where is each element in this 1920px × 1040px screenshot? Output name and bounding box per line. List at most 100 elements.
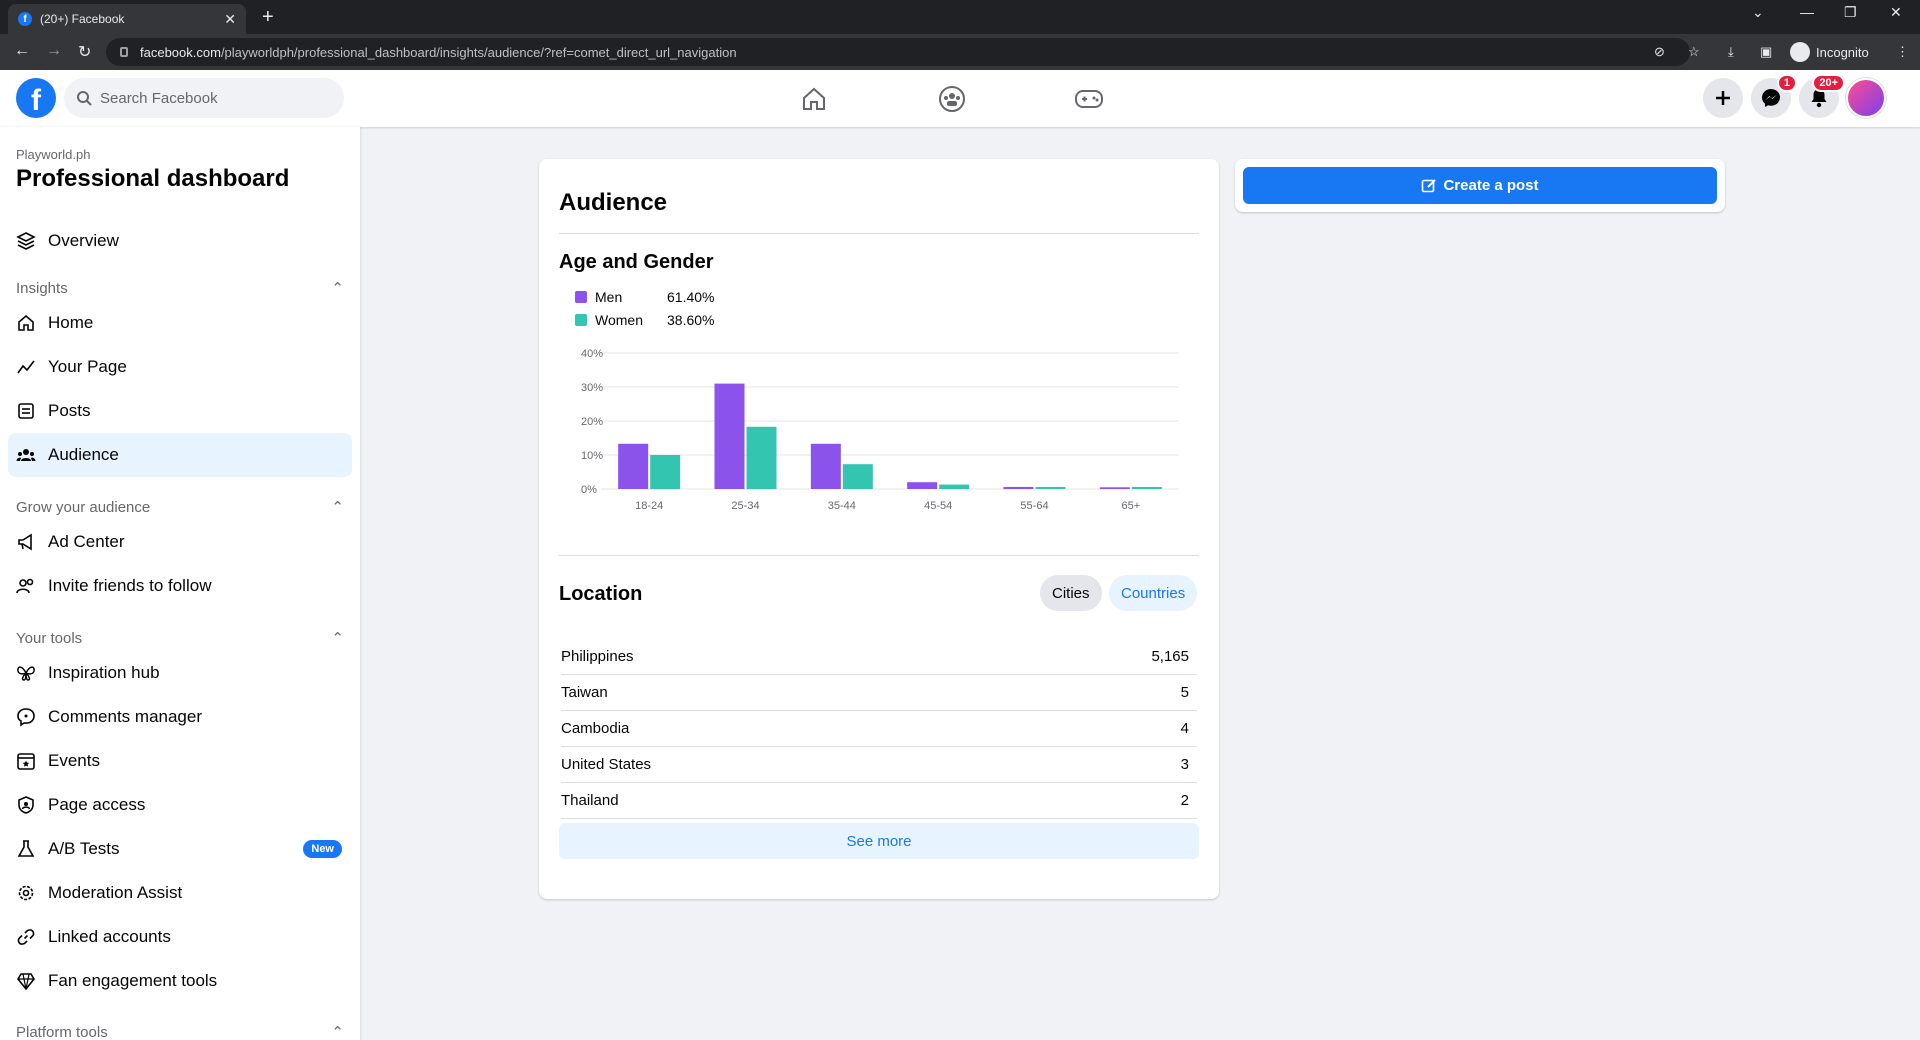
sidebar-item-audience[interactable]: Audience (8, 433, 352, 477)
url-field[interactable]: facebook.com /playworldph/professional_d… (106, 38, 1690, 66)
chevron-up-icon[interactable]: ⌃ (331, 279, 344, 297)
bar-women-35-44[interactable] (842, 464, 873, 489)
location-count: 3 (1180, 756, 1189, 773)
download-icon[interactable]: ⤓ (1728, 44, 1734, 60)
bar-men-55-64[interactable] (1003, 486, 1034, 489)
sidebar-item-moderation-assist[interactable]: Moderation Assist (8, 871, 352, 915)
back-icon[interactable]: ← (14, 42, 30, 60)
bar-women-45-54[interactable] (939, 484, 970, 489)
tab-search-icon[interactable]: ⌄ (1752, 4, 1764, 21)
facebook-logo-icon[interactable]: f (16, 78, 56, 118)
sidebar-item-page-access[interactable]: Page access (8, 783, 352, 827)
comment-icon (16, 707, 36, 727)
sidebar-item-label: Your Page (48, 357, 127, 376)
y-tick-label: 20% (581, 416, 603, 428)
sidebar-item-ad-center[interactable]: Ad Center (8, 520, 352, 564)
butterfly-icon (16, 663, 36, 683)
bar-men-45-54[interactable] (907, 482, 938, 489)
shield-icon (16, 795, 36, 815)
messenger-button[interactable]: 1 (1751, 74, 1797, 118)
section-insights[interactable]: Insights ⌃ (16, 279, 344, 298)
location-row: Cambodia 4 (561, 711, 1197, 747)
bar-women-25-34[interactable] (746, 426, 777, 489)
sidebar-item-ab-tests[interactable]: A/B Tests New (8, 827, 352, 871)
location-count: 5 (1180, 684, 1189, 701)
x-tick-label: 45-54 (924, 500, 952, 512)
invite-people-icon (16, 576, 36, 596)
bar-men-35-44[interactable] (810, 443, 841, 489)
sidebar-item-invite-friends[interactable]: Invite friends to follow (8, 564, 352, 608)
location-row: Taiwan 5 (561, 675, 1197, 711)
location-count: 5,165 (1151, 648, 1189, 665)
sidebar-item-posts[interactable]: Posts (8, 389, 352, 433)
restore-icon[interactable]: ❐ (1844, 4, 1857, 21)
section-label: Platform tools (16, 1023, 108, 1040)
bar-men-65+[interactable] (1099, 487, 1130, 489)
create-post-button[interactable]: Create a post (1243, 167, 1717, 204)
home-nav-icon[interactable] (794, 82, 834, 116)
eye-off-icon[interactable]: ⊘ (1654, 44, 1665, 60)
search-icon (77, 91, 92, 106)
notifications-button[interactable]: 20+ (1799, 74, 1845, 118)
location-row: United States 3 (561, 747, 1197, 783)
incognito-icon (1790, 42, 1810, 62)
groups-nav-icon[interactable] (932, 82, 972, 116)
close-window-icon[interactable]: ✕ (1890, 4, 1902, 21)
page-name: Playworld.ph (16, 147, 91, 162)
tab-close-icon[interactable]: ✕ (224, 11, 236, 28)
y-tick-label: 30% (581, 382, 603, 394)
create-menu-button[interactable] (1703, 78, 1743, 118)
bar-women-18-24[interactable] (650, 455, 681, 489)
browser-menu-icon[interactable]: ⋮ (1896, 44, 1909, 60)
account-avatar[interactable] (1846, 78, 1886, 118)
sidebar-item-overview[interactable]: Overview (8, 219, 352, 263)
sidebar-item-fan-engagement[interactable]: Fan engagement tools (8, 959, 352, 1003)
section-label: Insights (16, 279, 68, 297)
bar-men-18-24[interactable] (618, 443, 649, 489)
chevron-up-icon[interactable]: ⌃ (331, 498, 344, 516)
browser-tab[interactable]: f (20+) Facebook ✕ (8, 4, 246, 34)
gaming-nav-icon[interactable] (1069, 82, 1109, 116)
sidebar-title: Professional dashboard (16, 165, 290, 192)
y-tick-label: 10% (581, 450, 603, 462)
incognito-indicator[interactable]: Incognito (1790, 42, 1869, 62)
location-count: 2 (1180, 792, 1189, 809)
sidebar-item-your-page[interactable]: Your Page (8, 345, 352, 389)
sidebar-item-comments-manager[interactable]: Comments manager (8, 695, 352, 739)
sidebar-item-events[interactable]: Events (8, 739, 352, 783)
chevron-up-icon[interactable]: ⌃ (331, 629, 344, 647)
bar-women-55-64[interactable] (1035, 486, 1066, 489)
facebook-favicon-icon: f (18, 12, 32, 26)
cities-tab[interactable]: Cities (1040, 575, 1102, 611)
bar-men-25-34[interactable] (714, 383, 745, 489)
sidebar-item-linked-accounts[interactable]: Linked accounts (8, 915, 352, 959)
see-more-button[interactable]: See more (559, 823, 1199, 859)
chevron-up-icon[interactable]: ⌃ (331, 1023, 344, 1040)
sidepanel-icon[interactable]: ▣ (1760, 44, 1772, 60)
sidebar-item-inspiration-hub[interactable]: Inspiration hub (8, 651, 352, 695)
section-platform-tools[interactable]: Platform tools ⌃ (16, 1023, 344, 1040)
minimize-icon[interactable]: — (1800, 4, 1814, 20)
sidebar-item-home[interactable]: Home (8, 301, 352, 345)
sidebar-item-label: Page access (48, 795, 146, 814)
posts-icon (16, 401, 36, 421)
search-box[interactable] (64, 78, 344, 118)
legend-men: Men 61.40% (575, 289, 714, 305)
sidebar-item-label: Invite friends to follow (48, 576, 212, 595)
create-post-card: Create a post (1235, 159, 1725, 212)
tab-title: (20+) Facebook (40, 12, 125, 26)
countries-tab[interactable]: Countries (1109, 575, 1198, 611)
sidebar-item-label: Inspiration hub (48, 663, 160, 682)
star-icon[interactable]: ☆ (1688, 44, 1700, 60)
forward-icon[interactable]: → (46, 42, 62, 60)
people-icon (16, 445, 36, 465)
layers-icon (16, 231, 36, 251)
sidebar-item-label: Overview (48, 231, 119, 250)
section-grow[interactable]: Grow your audience ⌃ (16, 498, 344, 517)
reload-icon[interactable]: ↻ (78, 42, 91, 62)
bar-women-65+[interactable] (1131, 486, 1162, 489)
new-tab-icon[interactable]: + (262, 6, 274, 29)
divider (559, 233, 1199, 234)
section-tools[interactable]: Your tools ⌃ (16, 629, 344, 648)
search-input[interactable] (100, 89, 320, 107)
